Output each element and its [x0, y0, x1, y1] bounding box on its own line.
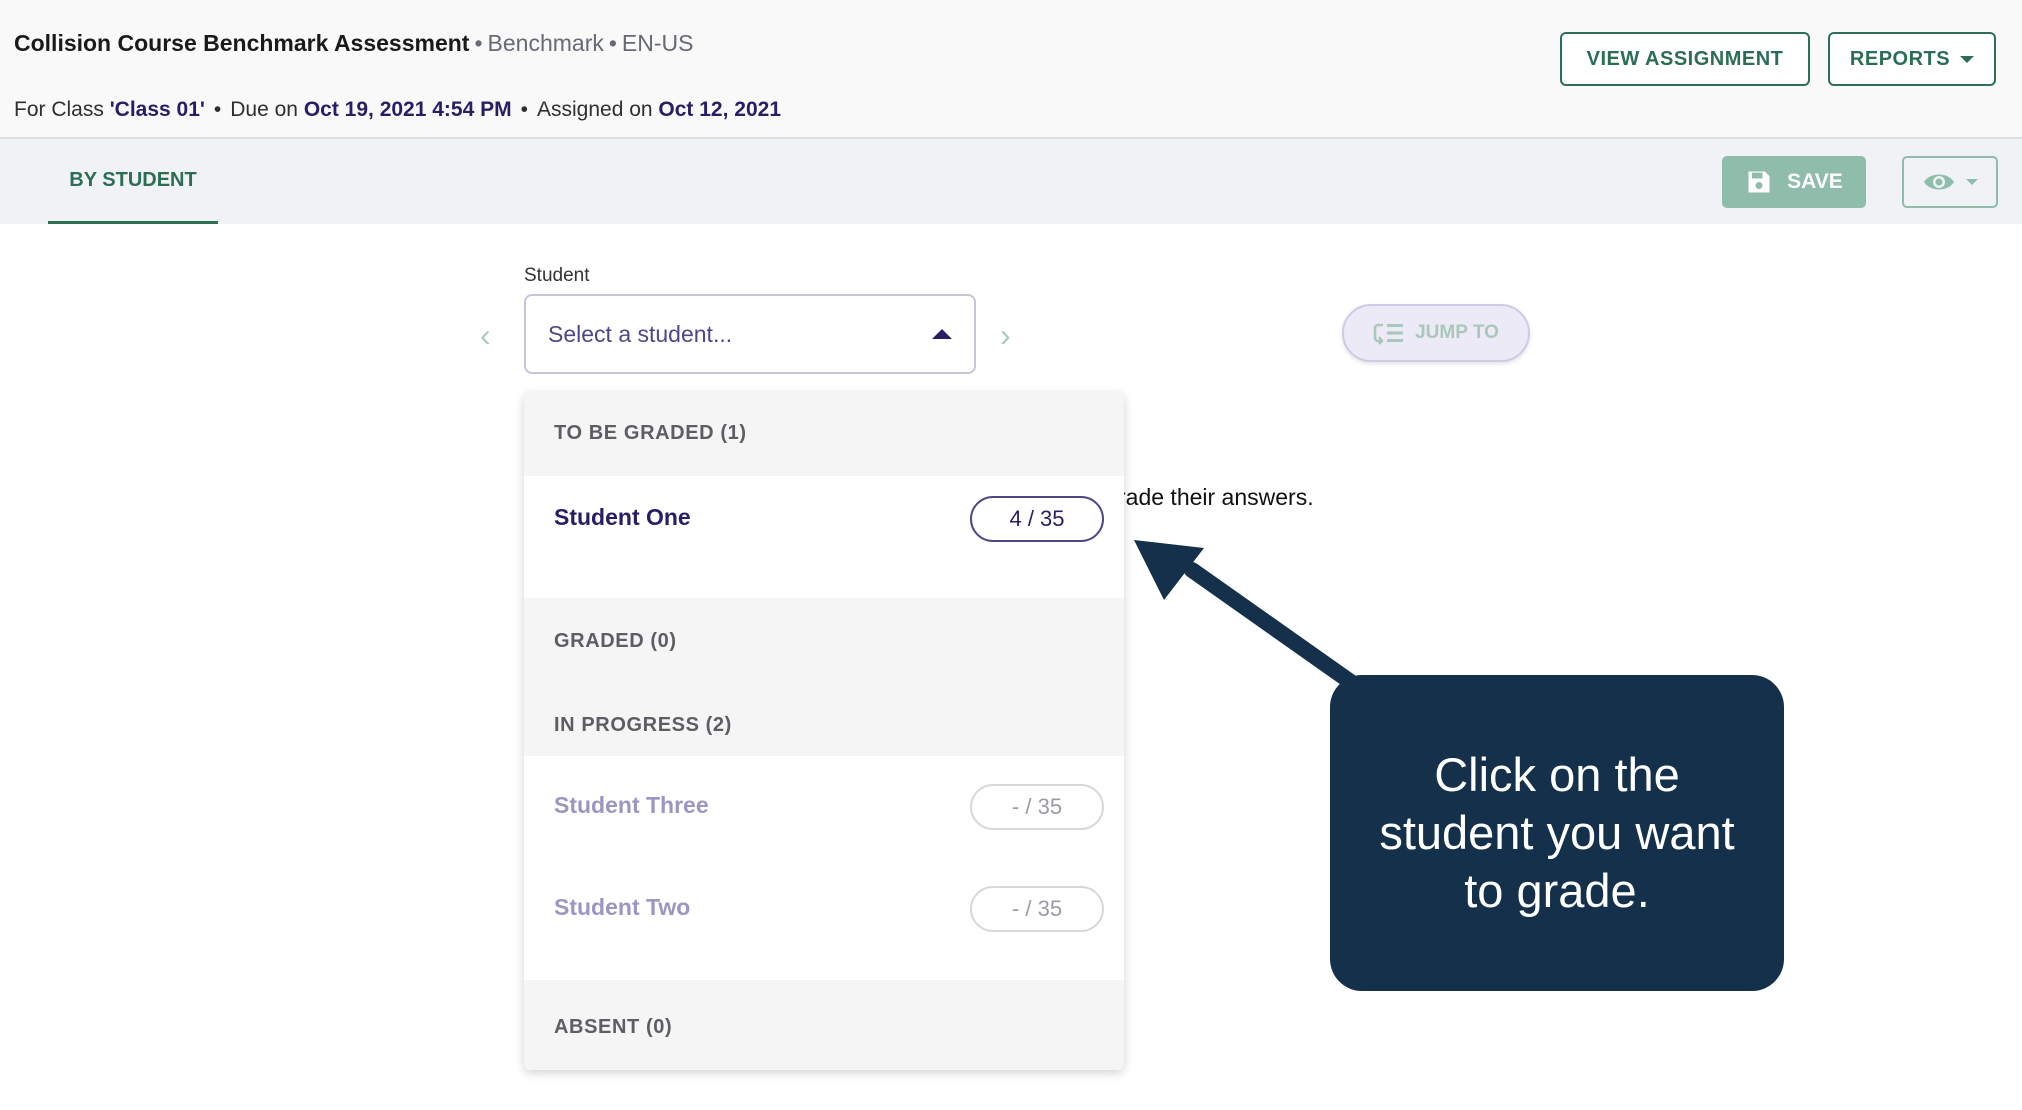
callout-text: Click on the student you want to grade. [1379, 748, 1735, 917]
instruction-callout: Click on the student you want to grade. [1330, 675, 1784, 991]
